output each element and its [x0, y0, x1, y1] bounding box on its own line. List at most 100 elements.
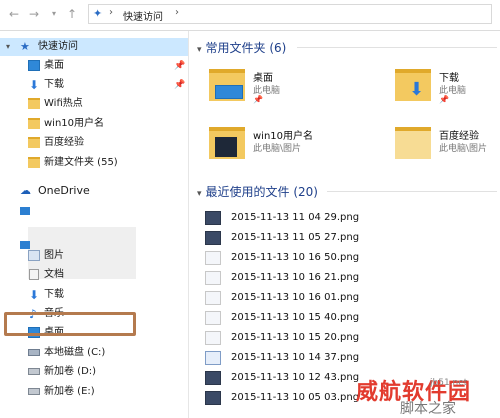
back-icon[interactable]: ← [6, 6, 22, 22]
sidebar-item-pictures[interactable]: 图片 [0, 247, 188, 265]
list-item[interactable]: 2015-11-13 10 16 21.png [205, 270, 465, 288]
sidebar-item-label: OneDrive [38, 184, 90, 197]
sidebar-item-downloads[interactable]: ⬇ 下载 📌 [0, 76, 188, 94]
file-name: 2015-11-13 10 12 43.png [231, 372, 360, 383]
navigation-pane: ▾ ★ 快速访问 桌面 📌 ⬇ 下载 📌 Wifi热点 win10用户名 百度经… [0, 31, 189, 418]
desktop-icon [215, 85, 243, 99]
computer-icon [20, 207, 30, 215]
sidebar-item-label: 桌面 [44, 60, 64, 71]
chevron-down-icon[interactable]: ▾ [197, 189, 202, 199]
image-file-icon [205, 251, 221, 265]
star-icon: ★ [20, 40, 30, 53]
sidebar-item-wifi[interactable]: Wifi热点 [0, 95, 188, 113]
desktop-icon [28, 60, 40, 71]
file-name: 2015-11-13 10 16 01.png [231, 292, 360, 303]
image-file-icon [205, 211, 221, 225]
frequent-folder-downloads[interactable]: ⬇ 下载 此电脑 📌 [395, 63, 499, 115]
file-name: 2015-11-13 10 14 37.png [231, 352, 360, 363]
pin-icon: 📌 [253, 95, 263, 104]
sidebar-item-drive-e[interactable]: 新加卷 (E:) [0, 383, 188, 401]
breadcrumb[interactable]: 快速访问 [123, 8, 163, 23]
image-file-icon [205, 231, 221, 245]
drive-icon [28, 388, 40, 395]
file-name: 2015-11-13 10 05 03.png [231, 392, 360, 403]
sidebar-item-baidu[interactable]: 百度经验 [0, 134, 188, 152]
sidebar-item-quick-access[interactable]: ▾ ★ 快速访问 [0, 38, 188, 56]
chevron-right-icon[interactable]: › [175, 7, 179, 18]
highlight-box [4, 312, 136, 336]
list-item[interactable]: 2015-11-13 10 16 01.png [205, 290, 465, 308]
chevron-down-icon[interactable]: ▾ [197, 45, 202, 55]
file-name: 2015-11-13 11 04 29.png [231, 212, 360, 223]
sidebar-item-label: 文档 [44, 269, 64, 280]
sidebar-item-label: Wifi热点 [44, 98, 83, 109]
folder-name: 桌面 [253, 73, 273, 84]
chevron-down-icon[interactable]: ▾ [6, 38, 10, 56]
sidebar-item-newfolder[interactable]: 新建文件夹 (55) [0, 154, 188, 172]
sidebar-item-label: 百度经验 [44, 137, 84, 148]
download-icon: ⬇ [29, 78, 40, 92]
folder-name: 百度经验 [439, 131, 479, 142]
sidebar-item-label: 下载 [44, 79, 64, 90]
pin-icon: 📌 [439, 95, 449, 104]
folder-location: 此电脑\图片 [439, 144, 488, 154]
list-item[interactable]: 2015-11-13 10 15 40.png [205, 310, 465, 328]
list-item[interactable]: 2015-11-13 11 04 29.png [205, 210, 465, 228]
recent-files-header[interactable]: ▾ 最近使用的文件 (20) [197, 183, 318, 200]
pin-icon[interactable]: 📌 [174, 76, 185, 94]
address-bar[interactable]: ✦ › 快速访问 › [88, 4, 492, 24]
frequent-folder-win10user[interactable]: win10用户名 此电脑\图片 [209, 121, 359, 173]
pin-icon[interactable]: 📌 [174, 57, 185, 75]
pictures-icon [28, 250, 40, 261]
sidebar-item-label: 快速访问 [38, 41, 78, 52]
image-thumbnail-icon [215, 137, 237, 157]
sidebar-item-label: 图片 [44, 250, 64, 261]
chevron-right-icon[interactable]: › [109, 7, 113, 18]
list-item[interactable]: 2015-11-13 10 14 37.png [205, 350, 465, 368]
image-file-icon [205, 391, 221, 405]
chevron-down-icon[interactable]: ▾ [46, 6, 62, 22]
sidebar-item-drive-d[interactable]: 新加卷 (D:) [0, 363, 188, 381]
file-name: 2015-11-13 10 15 40.png [231, 312, 360, 323]
image-file-icon [205, 371, 221, 385]
drive-icon [28, 349, 40, 356]
file-name: 2015-11-13 10 16 50.png [231, 252, 360, 263]
forward-icon[interactable]: → [26, 6, 42, 22]
image-file-icon [205, 351, 221, 365]
quick-access-star-icon: ✦ [93, 7, 103, 20]
frequent-folder-desktop[interactable]: 桌面 此电脑 📌 [209, 63, 359, 115]
download-icon: ⬇ [29, 288, 40, 302]
group-divider [297, 47, 497, 48]
watermark-site: jb51.net [430, 378, 468, 388]
navigation-toolbar: ← → ▾ ↑ ✦ › 快速访问 › [0, 0, 500, 31]
watermark-sub: 脚本之家 [400, 401, 456, 417]
list-item[interactable]: 2015-11-13 10 16 50.png [205, 250, 465, 268]
frequent-folders-header[interactable]: ▾ 常用文件夹 (6) [197, 39, 286, 56]
list-item[interactable]: 2015-11-13 10 15 20.png [205, 330, 465, 348]
file-name: 2015-11-13 10 15 20.png [231, 332, 360, 343]
sidebar-item-drive-c[interactable]: 本地磁盘 (C:) [0, 344, 188, 362]
folder-icon [28, 137, 40, 148]
folder-location: 此电脑\图片 [253, 144, 302, 154]
cloud-icon: ☁ [20, 184, 31, 197]
sidebar-item-label: 本地磁盘 (C:) [44, 347, 106, 358]
sidebar-item-label: 新加卷 (E:) [44, 386, 95, 397]
folder-icon [395, 127, 431, 159]
list-item[interactable]: 2015-11-13 11 05 27.png [205, 230, 465, 248]
sidebar-item-downloads-pc[interactable]: ⬇ 下载 [0, 286, 188, 304]
image-file-icon [205, 271, 221, 285]
frequent-folder-baidu[interactable]: 百度经验 此电脑\图片 [395, 121, 499, 173]
folder-name: 下载 [439, 73, 459, 84]
sidebar-item-desktop[interactable]: 桌面 📌 [0, 57, 188, 75]
sidebar-item-documents[interactable]: 文档 [0, 266, 188, 284]
sidebar-item-label: 新建文件夹 (55) [44, 157, 118, 168]
folder-name: win10用户名 [253, 131, 314, 142]
folder-icon [28, 118, 40, 129]
watermark: 威航软件园 jb51.net 脚本之家 [348, 374, 498, 418]
folder-icon [28, 98, 40, 109]
image-file-icon [205, 291, 221, 305]
sidebar-item-onedrive[interactable]: ☁ OneDrive [0, 182, 188, 200]
up-icon[interactable]: ↑ [64, 6, 80, 22]
file-name: 2015-11-13 10 16 21.png [231, 272, 360, 283]
sidebar-item-win10user[interactable]: win10用户名 [0, 115, 188, 133]
